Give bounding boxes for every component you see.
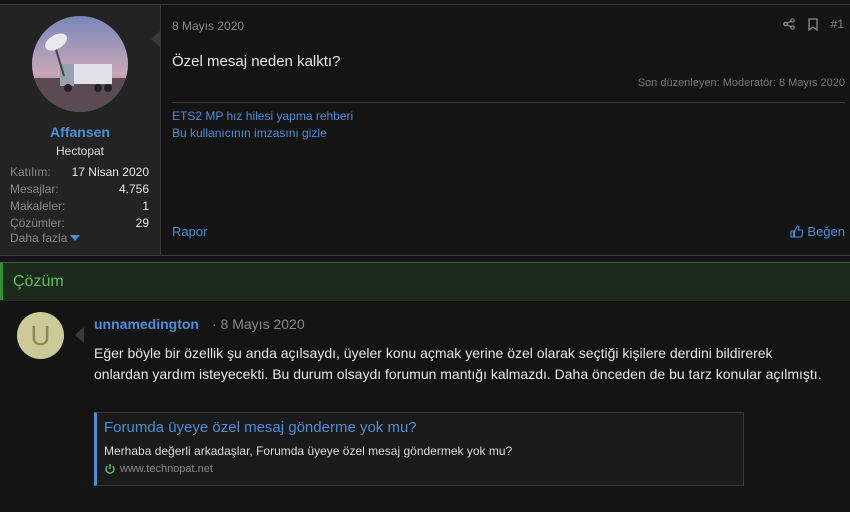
author-link[interactable]: unnamedington [94, 316, 199, 332]
hide-signature-link[interactable]: Bu kullanıcının imzasını gizle [172, 126, 327, 140]
solution-label: Çözüm [13, 273, 64, 290]
stat-label: Çözümler: [10, 216, 65, 230]
stat-joined: Katılım: 17 Nisan 2020 [10, 165, 149, 181]
post-number[interactable]: #1 [831, 17, 844, 31]
solution-header: Çözüm [0, 262, 850, 300]
link-preview-domain: www.technopat.net [104, 463, 213, 475]
signature-link[interactable]: ETS2 MP hız hilesi yapma rehberi [172, 109, 353, 123]
more-toggle[interactable]: Daha fazla [10, 231, 81, 245]
caret-down-icon [70, 235, 81, 241]
last-edited: Son düzenleyen: Moderatör: 8 Mayıs 2020 [637, 77, 845, 89]
stat-value: 1 [142, 199, 149, 213]
link-preview-domain-text: www.technopat.net [120, 463, 213, 475]
stat-value: 17 Nisan 2020 [71, 165, 149, 179]
post-date[interactable]: 8 Mayıs 2020 [172, 19, 244, 33]
share-icon[interactable] [782, 18, 795, 30]
link-preview-title[interactable]: Forumda üyeye özel mesaj gönderme yok mu… [104, 419, 417, 436]
post-content: 8 Mayıs 2020 #1 Özel mesaj neden kalktı?… [161, 5, 850, 255]
post-body: Özel mesaj neden kalktı? [172, 53, 341, 70]
thumbs-up-icon [790, 225, 804, 238]
username[interactable]: Affansen [0, 124, 160, 140]
report-button[interactable]: Rapor [172, 224, 207, 239]
post-tools: #1 [782, 17, 844, 31]
stat-articles: Makaleler: 1 [10, 199, 149, 215]
post-1: Affansen Hectopat Katılım: 17 Nisan 2020… [0, 4, 850, 256]
link-preview[interactable]: Forumda üyeye özel mesaj gönderme yok mu… [94, 412, 744, 486]
stat-label: Katılım: [10, 165, 51, 179]
stat-value: 29 [135, 216, 149, 230]
like-button[interactable]: Beğen [790, 224, 845, 239]
avatar[interactable]: U [17, 312, 64, 359]
user-sidebar: Affansen Hectopat Katılım: 17 Nisan 2020… [0, 5, 161, 255]
more-label: Daha fazla [10, 231, 68, 245]
like-label: Beğen [807, 224, 845, 239]
signature-divider [172, 102, 845, 103]
stat-solutions: Çözümler: 29 [10, 216, 149, 232]
stat-label: Mesajlar: [10, 182, 59, 196]
post-body: Eğer böyle bir özellik şu anda açılsaydı… [94, 345, 822, 382]
stat-messages: Mesajlar: 4.756 [10, 182, 149, 198]
avatar[interactable] [32, 16, 128, 112]
stat-label: Makaleler: [10, 199, 66, 213]
solution-post: U unnamedington · 8 Mayıs 2020 Eğer böyl… [0, 300, 850, 512]
pointer-arrow [151, 31, 160, 47]
link-preview-description: Merhaba değerli arkadaşlar, Forumda üyey… [104, 444, 513, 458]
pointer-arrow [75, 327, 84, 343]
bookmark-icon[interactable] [807, 17, 819, 31]
stat-value: 4.756 [118, 182, 149, 196]
post-date[interactable]: · 8 Mayıs 2020 [212, 316, 305, 332]
user-title: Hectopat [55, 144, 105, 158]
power-icon [105, 464, 115, 474]
